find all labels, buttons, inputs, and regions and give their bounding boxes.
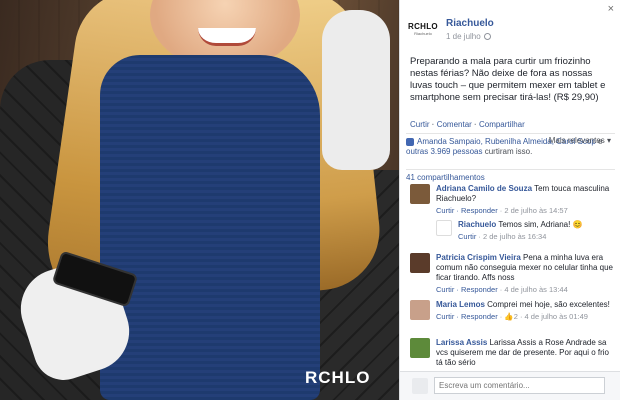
separator: · xyxy=(431,120,435,129)
comment-composer xyxy=(400,371,620,400)
page-name-link[interactable]: Riachuelo xyxy=(446,18,494,29)
separator: · xyxy=(474,120,477,129)
avatar-brand: RCHLO xyxy=(408,22,438,31)
comment: Larissa Assis Larissa Assis a Rose Andra… xyxy=(410,338,615,368)
comment: Adriana Camilo de Souza Tem touca mascul… xyxy=(410,184,615,216)
avatar[interactable] xyxy=(436,220,452,236)
likes-suffix: curtiram isso. xyxy=(482,147,533,156)
comment-footer: Curtir · Responder · 4 de julho às 13:44 xyxy=(436,285,615,295)
post-text: Preparando a mala para curtir um friozin… xyxy=(410,56,606,103)
reply-like-link[interactable]: Curtir xyxy=(458,232,476,241)
comment-actions[interactable]: Curtir · Responder xyxy=(436,206,498,215)
comment: Patricia Crispim Vieira Pena a minha luv… xyxy=(410,253,615,295)
reply-time: · 2 de julho às 16:34 xyxy=(476,232,547,241)
photo-glove-right xyxy=(322,10,390,170)
post-date[interactable]: 1 de julho xyxy=(446,32,481,41)
comment-author[interactable]: Larissa Assis xyxy=(436,338,487,347)
brand-logo: RCHLO xyxy=(305,368,371,387)
avatar-sub: Riachuelo xyxy=(414,31,432,36)
comment-time: · 4 de julho às 13:44 xyxy=(497,285,568,294)
comment-button[interactable]: Comentar xyxy=(437,120,472,129)
photo-viewer: RCHLO × RCHLO Riachuelo Riachuelo 1 de j… xyxy=(0,0,620,400)
post-meta: 1 de julho xyxy=(446,32,494,41)
post-actions: Curtir · Comentar · Compartilhar xyxy=(410,120,525,129)
comment: Maria Lemos Comprei mei hoje, são excele… xyxy=(410,300,615,322)
avatar[interactable] xyxy=(410,253,430,273)
like-button[interactable]: Curtir xyxy=(410,120,430,129)
comment-time: · 👍2 · 4 de julho às 01:49 xyxy=(497,312,588,321)
header-text: Riachuelo 1 de julho xyxy=(446,18,494,41)
share-button[interactable]: Compartilhar xyxy=(479,120,525,129)
comment-body: Maria Lemos Comprei mei hoje, são excele… xyxy=(436,300,610,322)
comment-author[interactable]: Patricia Crispim Vieira xyxy=(436,253,521,262)
shares-link[interactable]: 41 compartilhamentos xyxy=(406,169,615,182)
reply-footer: Curtir · 2 de julho às 16:34 xyxy=(458,232,583,242)
comment-footer: Curtir · Responder · 👍2 · 4 de julho às … xyxy=(436,312,610,322)
avatar[interactable] xyxy=(410,184,430,204)
likes-summary: Amanda Sampaio, Rubenilha Almeida, Carol… xyxy=(406,133,615,157)
globe-icon xyxy=(483,32,491,40)
comment-text: Comprei mei hoje, são excelentes! xyxy=(487,300,610,309)
reply-body: Riachuelo Temos sim, Adriana! 😊 Curtir ·… xyxy=(458,220,583,242)
comment-actions[interactable]: Curtir · Responder xyxy=(436,285,498,294)
comment-author[interactable]: Adriana Camilo de Souza xyxy=(436,184,532,193)
comment-footer: Curtir · Responder · 2 de julho às 14:57 xyxy=(436,206,615,216)
likers-others-link[interactable]: outras 3.969 pessoas xyxy=(406,147,483,156)
post-photo[interactable]: RCHLO xyxy=(0,0,399,400)
comment-time: · 2 de julho às 14:57 xyxy=(497,206,568,215)
sort-dropdown[interactable]: Mais relevantes ▾ xyxy=(549,136,611,146)
post-header: RCHLO Riachuelo Riachuelo 1 de julho xyxy=(408,14,494,44)
page-avatar[interactable]: RCHLO Riachuelo xyxy=(408,14,438,44)
comment-body: Adriana Camilo de Souza Tem touca mascul… xyxy=(436,184,615,216)
photo-scarf xyxy=(100,55,320,400)
comment-input[interactable] xyxy=(434,377,605,394)
comment-author[interactable]: Maria Lemos xyxy=(436,300,485,309)
comment-body: Patricia Crispim Vieira Pena a minha luv… xyxy=(436,253,615,295)
comment-body: Larissa Assis Larissa Assis a Rose Andra… xyxy=(436,338,615,368)
thumbs-up-icon xyxy=(406,137,414,146)
comment-actions[interactable]: Curtir · Responder xyxy=(436,312,498,321)
close-icon[interactable]: × xyxy=(608,3,614,15)
post-side-panel: × RCHLO Riachuelo Riachuelo 1 de julho P… xyxy=(399,0,620,400)
photo-smile xyxy=(198,28,256,46)
reply: Riachuelo Temos sim, Adriana! 😊 Curtir ·… xyxy=(436,220,614,242)
avatar[interactable] xyxy=(410,300,430,320)
avatar xyxy=(412,378,428,394)
reply-text: Temos sim, Adriana! 😊 xyxy=(498,220,583,229)
reply-author[interactable]: Riachuelo xyxy=(458,220,496,229)
avatar[interactable] xyxy=(410,338,430,358)
